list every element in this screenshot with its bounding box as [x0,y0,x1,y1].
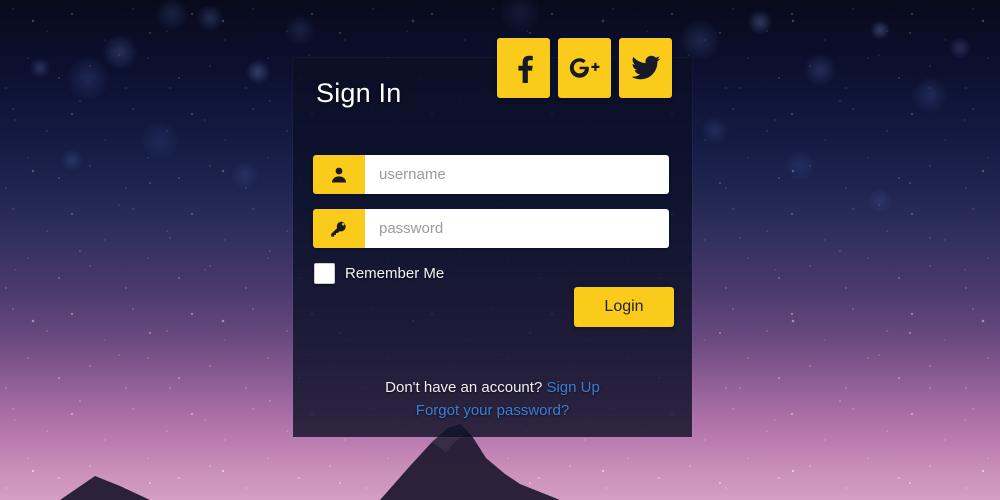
key-icon [313,209,365,248]
username-field-group [313,155,669,194]
login-panel: Sign In Remember Me [293,58,692,437]
footer-links: Don't have an account? Sign Up Forgot yo… [293,376,692,423]
password-input[interactable] [365,209,669,248]
facebook-icon [511,53,537,83]
user-icon [313,155,365,194]
google-plus-icon [568,56,602,80]
google-plus-login-button[interactable] [558,38,611,98]
forgot-line: Forgot your password? [293,399,692,422]
login-screen: Sign In Remember Me [0,0,1000,500]
facebook-login-button[interactable] [497,38,550,98]
username-input[interactable] [365,155,669,194]
login-button[interactable]: Login [574,287,674,327]
forgot-password-link[interactable]: Forgot your password? [416,402,569,419]
remember-me-row: Remember Me [314,263,444,284]
signup-line: Don't have an account? Sign Up [293,376,692,399]
remember-me-checkbox[interactable] [314,263,335,284]
signup-prompt-text: Don't have an account? [385,379,543,396]
sign-up-link[interactable]: Sign Up [546,379,599,396]
page-title: Sign In [316,78,402,108]
twitter-login-button[interactable] [619,38,672,98]
twitter-icon [630,55,661,81]
remember-me-label[interactable]: Remember Me [345,265,444,282]
password-field-group [313,209,669,248]
social-login-buttons [497,38,672,98]
